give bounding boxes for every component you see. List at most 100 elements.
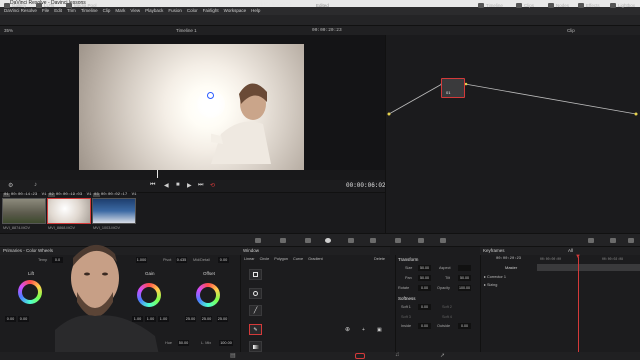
node-mode[interactable]: Clip	[567, 26, 575, 35]
play-icon[interactable]: ▶	[187, 182, 192, 189]
clip-thumbnail-2[interactable]	[47, 198, 91, 224]
lightbox-button[interactable]: Lightbox	[610, 2, 635, 9]
menu-item-fairlight[interactable]: Fairlight	[203, 7, 219, 15]
menu-item-workspace[interactable]: Workspace	[224, 7, 246, 15]
menu-item-mark[interactable]: Mark	[115, 7, 125, 15]
effects-button[interactable]: Effects	[578, 2, 600, 9]
window-palette-icon[interactable]	[325, 238, 331, 243]
polygon-window-button[interactable]: ╱	[249, 305, 262, 316]
polygon-tool[interactable]: Polygon	[274, 257, 288, 261]
menu-item-playback[interactable]: Playback	[145, 7, 163, 15]
keyframes-filter[interactable]: All	[568, 247, 573, 255]
tracker-icon[interactable]	[348, 238, 354, 243]
hue-field[interactable]: 50.00	[178, 340, 189, 346]
menu-item-clip[interactable]: Clip	[103, 7, 111, 15]
aspect-field[interactable]	[458, 265, 471, 271]
offset-value[interactable]: 25.00	[185, 316, 196, 322]
loop-icon[interactable]: ⟲	[210, 182, 215, 189]
outside-field[interactable]: 0.00	[458, 323, 471, 329]
qualifier-icon[interactable]	[305, 238, 311, 243]
menu-item-edit[interactable]: Edit	[54, 7, 62, 15]
add-icon[interactable]: +	[362, 327, 365, 333]
nodes-button[interactable]: Nodes	[548, 2, 569, 9]
play-reverse-icon[interactable]: ◀	[164, 182, 169, 189]
pan-field[interactable]: 50.00	[418, 275, 431, 281]
scrubber-bar[interactable]	[0, 170, 385, 180]
menu-item-fusion[interactable]: Fusion	[168, 7, 182, 15]
keyframes-palette-icon[interactable]	[588, 238, 594, 243]
clip-thumbnail-1[interactable]	[2, 198, 46, 224]
media-pool-button[interactable]: Media Pool	[66, 2, 97, 9]
clip-thumbnail-3[interactable]	[92, 198, 136, 224]
opacity-field[interactable]: 100.00	[458, 285, 471, 291]
color-warper-icon[interactable]	[280, 238, 286, 243]
color-node[interactable]	[441, 78, 465, 98]
gradient-window-button[interactable]	[249, 341, 262, 352]
soft1-label: Soft 1	[401, 305, 411, 309]
offset-wheel[interactable]	[196, 283, 220, 307]
circle-window-button[interactable]	[249, 288, 262, 299]
linear-tool[interactable]: Linear	[244, 257, 255, 261]
stop-icon[interactable]: ■	[176, 182, 180, 188]
scrubber-playhead[interactable]	[157, 170, 158, 178]
tilt-field[interactable]: 50.00	[458, 275, 471, 281]
info-icon[interactable]	[628, 238, 634, 243]
rotate-field[interactable]: 0.00	[418, 285, 431, 291]
gradient-tool[interactable]: Gradient	[308, 257, 323, 261]
inside-field[interactable]: 0.00	[418, 323, 431, 329]
lift-wheel[interactable]	[18, 280, 42, 304]
menu-item-color[interactable]: Color	[187, 7, 198, 15]
clips-button[interactable]: Clips	[516, 2, 534, 9]
sizing-icon[interactable]	[440, 238, 446, 243]
curves-icon[interactable]	[255, 238, 261, 243]
curve-window-button[interactable]: ✎	[249, 324, 262, 335]
keyframe-playhead[interactable]	[578, 257, 579, 360]
deliver-page-icon[interactable]: ➚	[440, 352, 445, 359]
audio-icon[interactable]: ♪	[34, 182, 37, 188]
delete-window-button[interactable]: Delete	[374, 257, 385, 261]
lift-value[interactable]: 0.00	[18, 316, 29, 322]
menu-item-help[interactable]: Help	[251, 7, 260, 15]
timeline-button[interactable]: Timeline	[478, 2, 503, 9]
scopes-icon[interactable]	[610, 238, 616, 243]
playhead-marker-icon[interactable]: ▼	[575, 254, 581, 260]
curve-tool[interactable]: Curve	[293, 257, 303, 261]
transport-controls: ⏮ ◀ ■ ▶ ⏭ ⟲ ⚙ ♪ 00:00:06:02	[0, 180, 386, 192]
color-page-icon[interactable]	[355, 353, 365, 359]
magic-mask-icon[interactable]	[370, 238, 376, 243]
sizing-label: Sizing	[486, 283, 498, 287]
offset-value[interactable]: 25.00	[201, 316, 212, 322]
hue-label: Hue	[165, 341, 172, 345]
soft1-field[interactable]: 0.00	[418, 304, 431, 310]
zoom-level[interactable]: 35%	[4, 26, 13, 35]
invert-icon[interactable]: ⊕	[345, 326, 350, 333]
gallery-button[interactable]: Gallery	[4, 2, 26, 9]
middetail-field[interactable]: 0.00	[218, 257, 229, 263]
master-track[interactable]	[537, 264, 640, 271]
go-to-end-icon[interactable]: ⏭	[198, 182, 203, 189]
luts-button[interactable]: LUTs	[36, 2, 54, 9]
window-panel	[240, 255, 395, 360]
window-panel-header: Window	[240, 247, 390, 255]
go-to-start-icon[interactable]: ⏮	[150, 182, 155, 189]
pivot-field[interactable]: 0.435	[176, 257, 187, 263]
sizing-row[interactable]: ▸ Sizing	[484, 282, 497, 287]
circle-tool[interactable]: Circle	[260, 257, 270, 261]
timeline-name[interactable]: Timeline 1	[176, 26, 197, 35]
key-icon[interactable]	[418, 238, 424, 243]
edit-page-icon[interactable]: ▤	[230, 352, 236, 359]
viewer-options-icon[interactable]: ⚙	[8, 182, 13, 189]
lift-label: Lift	[28, 271, 35, 276]
mask-icon[interactable]: ▣	[377, 327, 382, 333]
blur-icon[interactable]	[395, 238, 401, 243]
offset-value[interactable]: 25.00	[217, 316, 228, 322]
fairlight-page-icon[interactable]: ♫	[395, 352, 400, 358]
window-tool-row: Linear Circle Polygon Curve Gradient	[244, 257, 323, 261]
menu-item-view[interactable]: View	[130, 7, 140, 15]
lummix-field[interactable]: 100.00	[219, 340, 233, 346]
corrector-row[interactable]: ▸ Corrector 1	[484, 274, 506, 279]
keyframes-title: Keyframes	[483, 248, 505, 253]
size-field[interactable]: 50.00	[418, 265, 431, 271]
linear-window-button[interactable]	[249, 269, 262, 280]
lift-value[interactable]: 0.00	[5, 316, 16, 322]
